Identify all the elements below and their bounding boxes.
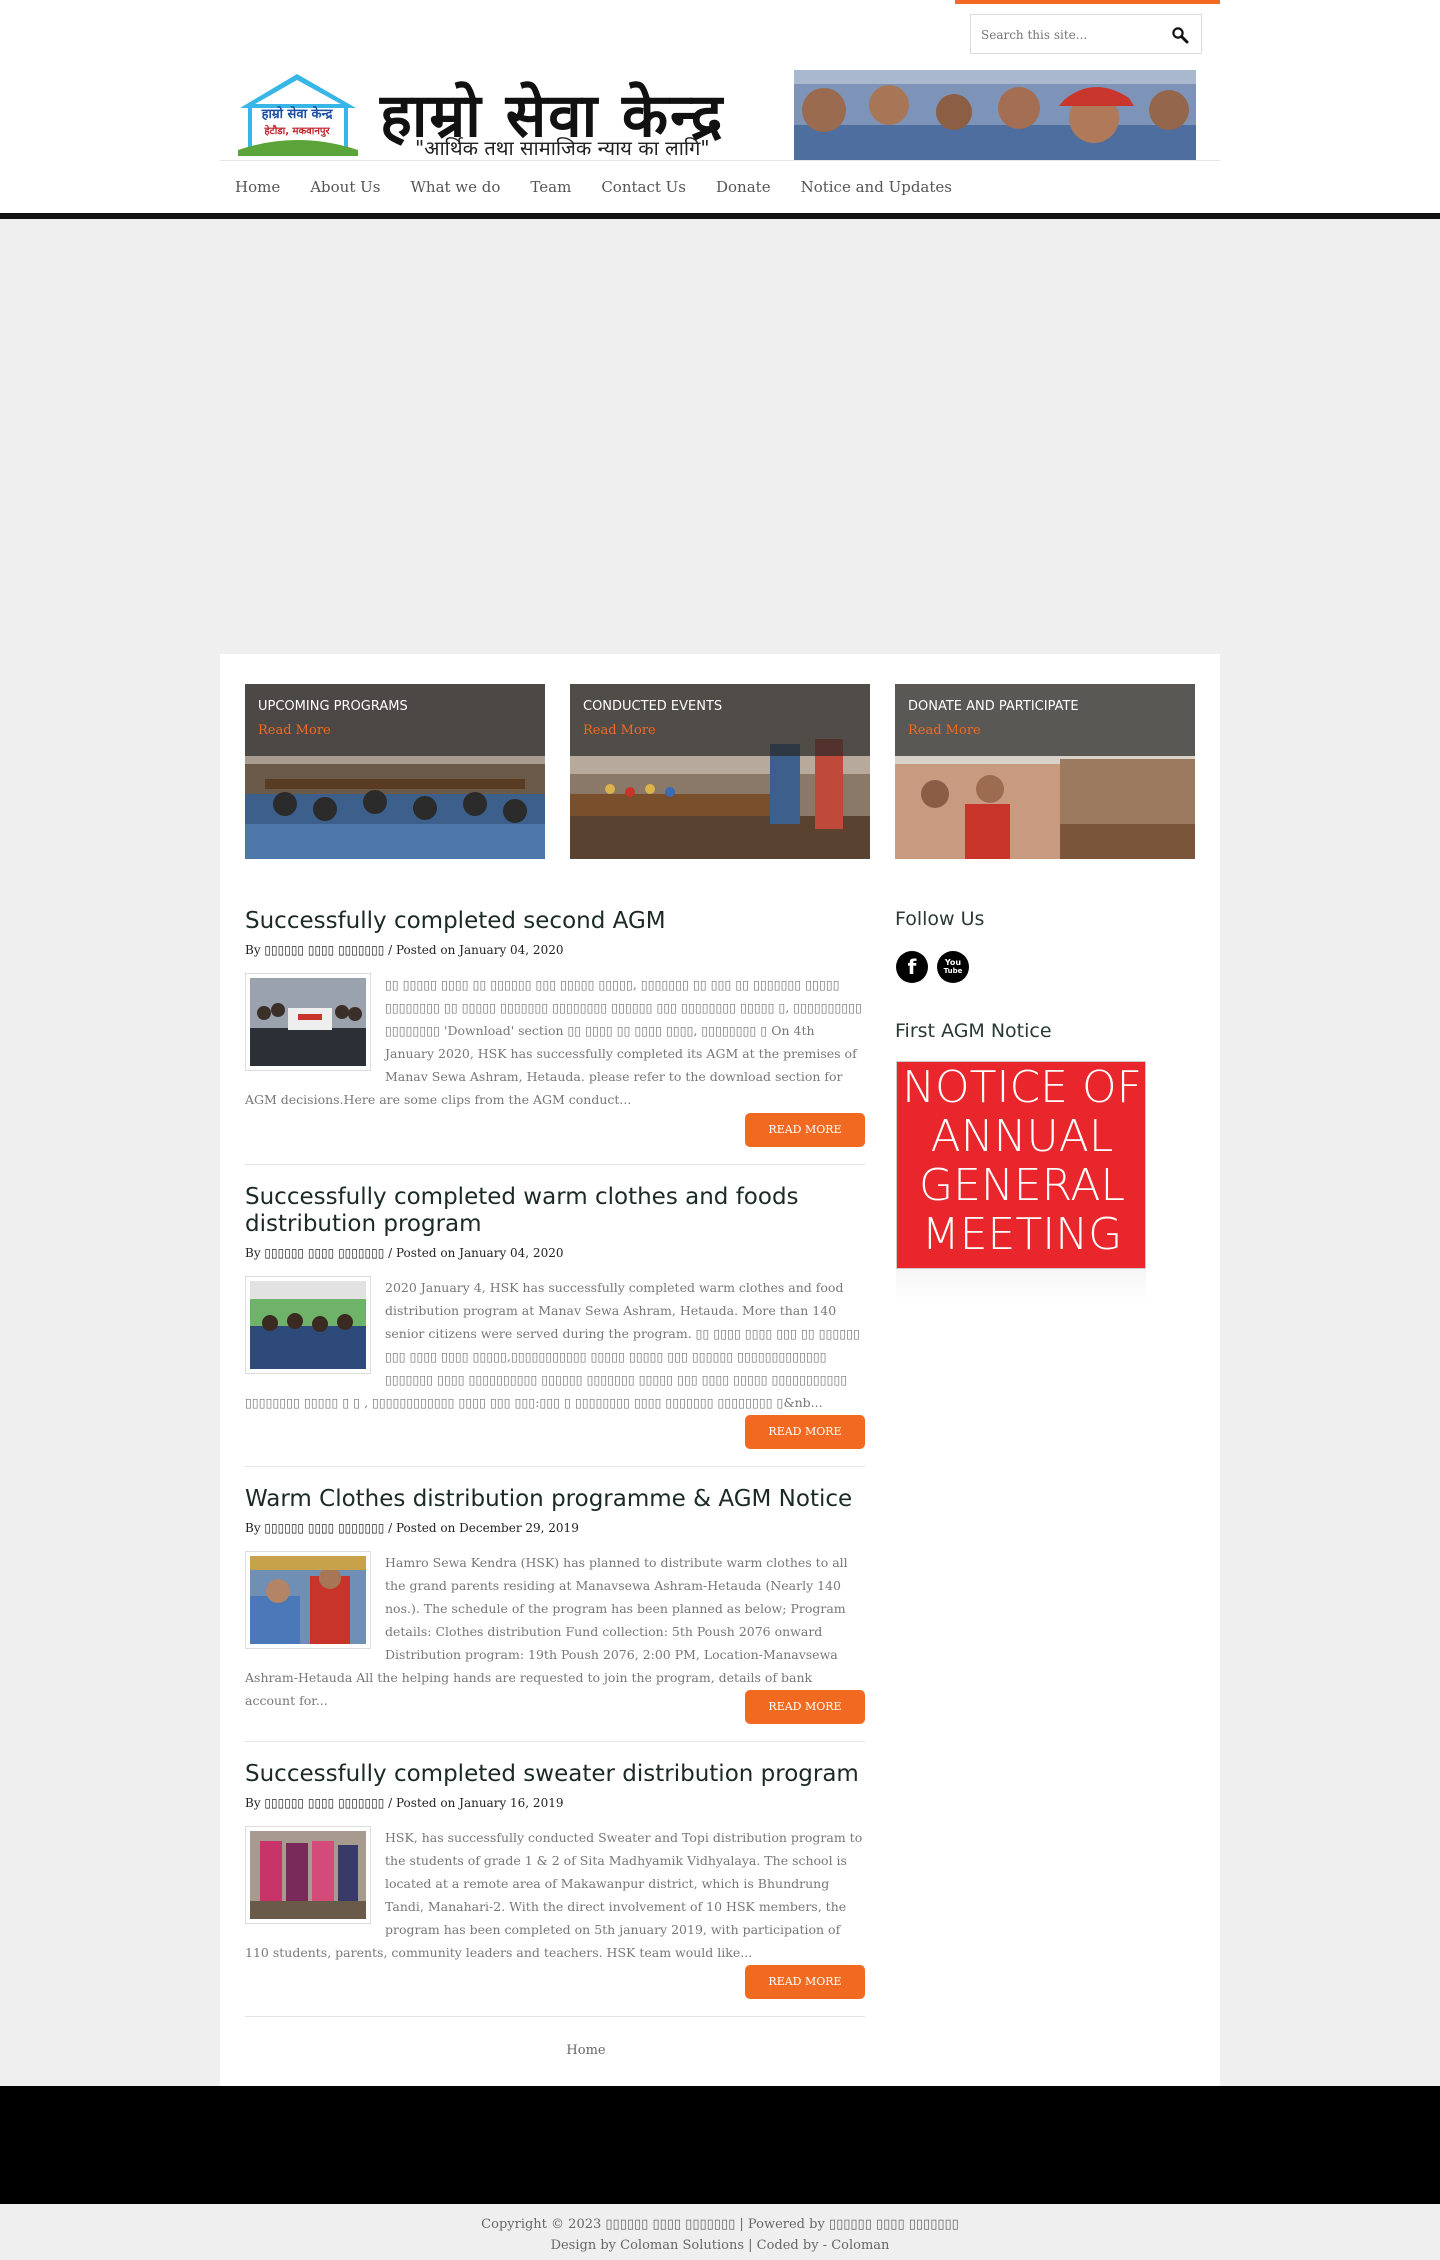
facebook-icon[interactable]: f (896, 951, 928, 983)
post-thumbnail[interactable] (245, 1826, 371, 1924)
feature-upcoming-programs[interactable]: UPCOMING PROGRAMS Read More (245, 684, 545, 859)
post-body: Hamro Sewa Kendra (HSK) has planned to d… (245, 1551, 865, 1712)
post-divider (245, 1741, 865, 1742)
agm-line: GENERAL (918, 1160, 1125, 1211)
nav-notice-and-updates[interactable]: Notice and Updates (786, 168, 967, 204)
post-thumbnail[interactable] (245, 1551, 371, 1649)
nav-home[interactable]: Home (220, 168, 295, 204)
feature-overlay (570, 684, 870, 756)
read-more-button[interactable]: READ MORE (745, 1965, 865, 1999)
agm-line: MEETING (921, 1209, 1123, 1260)
feature-read-more-link[interactable]: Read More (258, 723, 331, 738)
read-more-button[interactable]: READ MORE (745, 1415, 865, 1449)
agm-line: NOTICE OF (902, 1062, 1142, 1113)
nav-divider (220, 160, 1220, 161)
nav-team[interactable]: Team (515, 168, 586, 204)
feature-read-more-link[interactable]: Read More (583, 723, 656, 738)
post-body: ▯▯ ▯▯▯▯▯ ▯▯▯▯ ▯▯ ▯▯▯▯▯▯ ▯▯▯ ▯▯▯▯▯ ▯▯▯▯▯,… (245, 973, 865, 1111)
post-divider (245, 1164, 865, 1165)
nav-contact-us[interactable]: Contact Us (586, 168, 701, 204)
agm-notice-image[interactable]: NOTICE OF ANNUAL GENERAL MEETING (896, 1061, 1146, 1269)
feature-conducted-events[interactable]: CONDUCTED EVENTS Read More (570, 684, 870, 859)
nav-what-we-do[interactable]: What we do (395, 168, 515, 204)
accent-bar (955, 0, 1220, 4)
footer-copyright: Copyright © 2023 ▯▯▯▯▯▯ ▯▯▯▯ ▯▯▯▯▯▯▯ | P… (0, 2214, 1440, 2256)
footer-band (0, 2086, 1440, 2204)
nav-about-us[interactable]: About Us (295, 168, 395, 204)
post-thumbnail[interactable] (245, 973, 371, 1071)
post-item: Successfully completed second AGM By ▯▯▯… (245, 908, 865, 1111)
post-item: Successfully completed warm clothes and … (245, 1184, 865, 1414)
post-title[interactable]: Warm Clothes distribution programme & AG… (245, 1486, 865, 1513)
header-photo (794, 70, 1196, 160)
logo-house-line2: हेटौडा, मकवानपुर (263, 124, 330, 137)
post-divider (245, 1466, 865, 1467)
read-more-button[interactable]: READ MORE (745, 1113, 865, 1147)
search-input[interactable] (981, 25, 1151, 45)
feature-title: DONATE AND PARTICIPATE (908, 699, 1079, 714)
header: हाम्रो सेवा केन्द्र हेटौडा, मकवानपुर हाम… (0, 0, 1440, 213)
main-nav: Home About Us What we do Team Contact Us… (220, 168, 967, 204)
post-title[interactable]: Successfully completed sweater distribut… (245, 1761, 865, 1788)
agm-line: ANNUAL (930, 1111, 1114, 1162)
feature-title: CONDUCTED EVENTS (583, 699, 723, 714)
logo-house-icon: हाम्रो सेवा केन्द्र हेटौडा, मकवानपुर (230, 70, 365, 158)
footer-line-2: Design by Coloman Solutions | Coded by -… (550, 2238, 890, 2253)
post-meta: By ▯▯▯▯▯▯ ▯▯▯▯ ▯▯▯▯▯▯▯ / Posted on Decem… (245, 1521, 579, 1535)
read-more-button[interactable]: READ MORE (745, 1690, 865, 1724)
post-meta: By ▯▯▯▯▯▯ ▯▯▯▯ ▯▯▯▯▯▯▯ / Posted on Janua… (245, 1246, 564, 1260)
youtube-icon[interactable]: You Tube (937, 951, 969, 983)
nav-donate[interactable]: Donate (701, 168, 786, 204)
header-bottom-bar (0, 213, 1440, 219)
youtube-label-tube: Tube (943, 967, 963, 975)
search-box (970, 14, 1202, 54)
post-body: HSK, has successfully conducted Sweater … (245, 1826, 865, 1964)
post-divider (245, 2016, 865, 2017)
post-meta: By ▯▯▯▯▯▯ ▯▯▯▯ ▯▯▯▯▯▯▯ / Posted on Janua… (245, 1796, 564, 1810)
post-item: Warm Clothes distribution programme & AG… (245, 1486, 865, 1712)
youtube-label-you: You (944, 958, 962, 967)
post-item: Successfully completed sweater distribut… (245, 1761, 865, 1964)
feature-overlay (895, 684, 1195, 756)
logo-house-line1: हाम्रो सेवा केन्द्र (261, 106, 334, 122)
post-body: 2020 January 4, HSK has successfully com… (245, 1276, 865, 1414)
feature-title: UPCOMING PROGRAMS (258, 699, 408, 714)
search-icon[interactable] (1171, 26, 1189, 44)
agm-notice-title: First AGM Notice (895, 1020, 1052, 1042)
feature-overlay (245, 684, 545, 756)
feature-donate-and-participate[interactable]: DONATE AND PARTICIPATE Read More (895, 684, 1195, 859)
follow-us-title: Follow Us (895, 908, 985, 930)
post-title[interactable]: Successfully completed warm clothes and … (245, 1184, 865, 1238)
footer-line-1: Copyright © 2023 ▯▯▯▯▯▯ ▯▯▯▯ ▯▯▯▯▯▯▯ | P… (481, 2217, 959, 2232)
post-meta: By ▯▯▯▯▯▯ ▯▯▯▯ ▯▯▯▯▯▯▯ / Posted on Janua… (245, 943, 564, 957)
content-card: UPCOMING PROGRAMS Read More CONDUCTED EV… (220, 654, 1220, 2116)
logo-tagline: "आर्थिक तथा सामाजिक न्याय का लागि" (415, 136, 710, 160)
post-title[interactable]: Successfully completed second AGM (245, 908, 865, 935)
site-logo[interactable]: हाम्रो सेवा केन्द्र हेटौडा, मकवानपुर हाम… (230, 70, 790, 165)
pager-home-link[interactable]: Home (536, 2043, 636, 2058)
feature-read-more-link[interactable]: Read More (908, 723, 981, 738)
post-thumbnail[interactable] (245, 1276, 371, 1374)
agm-notice-shadow (896, 1269, 1146, 1306)
